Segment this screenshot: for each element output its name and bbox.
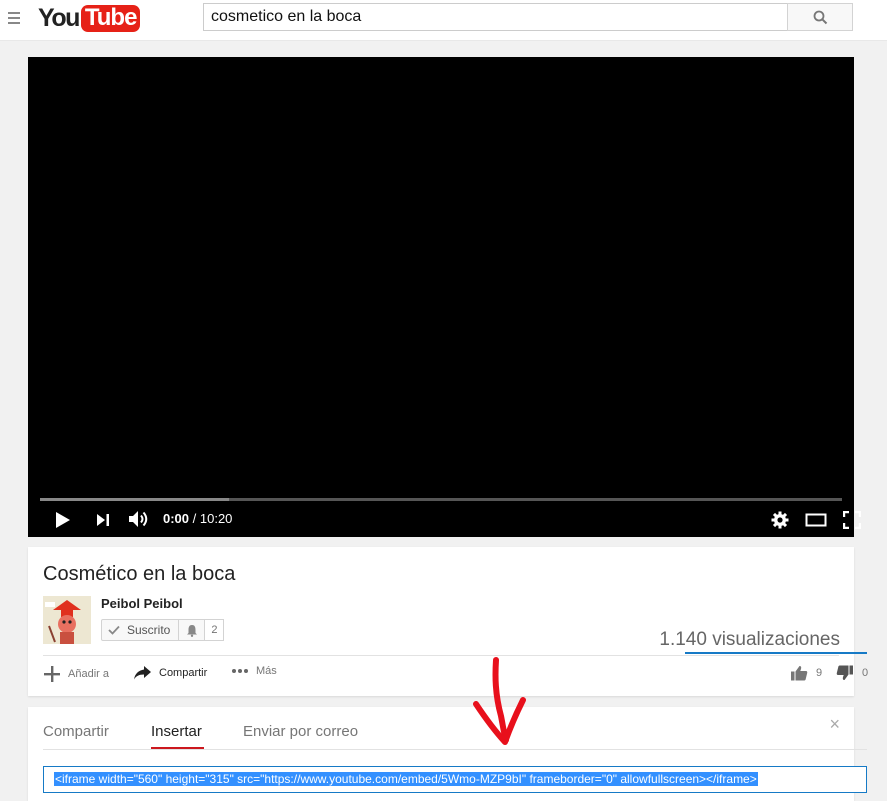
like-button[interactable]: 9	[790, 665, 822, 681]
add-to-label: Añadir a	[68, 668, 109, 680]
subscribe-group: Suscrito 2	[101, 619, 225, 641]
subscriber-count: 2	[205, 619, 225, 641]
share-label: Compartir	[159, 666, 208, 679]
current-time: 0:00	[163, 511, 190, 526]
like-count: 9	[816, 667, 823, 679]
progress-bar[interactable]	[40, 498, 842, 501]
view-count: 1.140 visualizaciones	[659, 629, 840, 650]
next-icon[interactable]	[96, 513, 110, 527]
more-button[interactable]: Más	[231, 665, 277, 677]
share-arrow-icon	[134, 666, 151, 680]
tab-divider	[43, 749, 867, 750]
search-input[interactable]	[203, 3, 788, 31]
bell-icon	[186, 624, 197, 637]
progress-loaded	[40, 498, 230, 501]
close-icon[interactable]: ×	[829, 715, 840, 733]
subscribed-button[interactable]: Suscrito	[101, 619, 180, 641]
dislike-count: 0	[862, 667, 869, 679]
video-player[interactable]: 0:00 / 10:20	[28, 57, 861, 537]
tab-email[interactable]: Enviar por correo	[243, 723, 358, 749]
video-title: Cosmético en la boca	[43, 563, 236, 585]
menu-icon[interactable]	[6, 9, 22, 27]
settings-icon[interactable]	[771, 511, 789, 529]
play-icon[interactable]	[55, 511, 71, 529]
logo-you-text: You	[38, 3, 80, 32]
thumbs-up-icon	[791, 666, 808, 681]
fullscreen-icon[interactable]	[843, 511, 861, 529]
avatar-image	[43, 596, 91, 644]
dislike-button[interactable]: 0	[836, 665, 868, 681]
share-button[interactable]: Compartir	[133, 665, 207, 680]
more-dots-icon	[232, 669, 248, 673]
tab-embed[interactable]: Insertar	[151, 723, 202, 749]
tab-share[interactable]: Compartir	[43, 723, 109, 749]
notification-bell-button[interactable]	[179, 619, 206, 641]
sentiment-bar	[685, 652, 867, 654]
embed-code-field[interactable]: <iframe width="560" height="315" src="ht…	[43, 766, 867, 793]
channel-name[interactable]: Peibol Peibol	[101, 596, 183, 611]
volume-icon[interactable]	[128, 509, 150, 529]
duration: 10:20	[199, 511, 233, 526]
search-icon	[813, 10, 828, 25]
theater-icon[interactable]	[805, 512, 827, 528]
channel-avatar[interactable]	[43, 596, 91, 644]
masthead: You Tube	[0, 0, 887, 41]
subscribed-label: Suscrito	[127, 623, 171, 637]
plus-icon	[44, 666, 60, 682]
share-panel: Compartir Insertar Enviar por correo × <…	[28, 707, 867, 801]
action-divider	[43, 655, 839, 656]
add-to-button[interactable]: Añadir a	[43, 665, 109, 683]
logo-tube-text: Tube	[80, 4, 141, 32]
youtube-logo[interactable]: You Tube	[38, 3, 141, 33]
embed-code-text: <iframe width="560" height="315" src="ht…	[54, 772, 758, 786]
thumbs-down-icon	[836, 665, 853, 680]
search-button[interactable]	[787, 3, 853, 31]
check-icon	[108, 625, 120, 635]
time-display: 0:00 / 10:20	[163, 511, 232, 526]
more-label: Más	[256, 665, 277, 677]
time-separator: /	[189, 511, 200, 526]
video-info-card: Cosmético en la boca Peibol Peibol Suscr…	[28, 547, 868, 696]
